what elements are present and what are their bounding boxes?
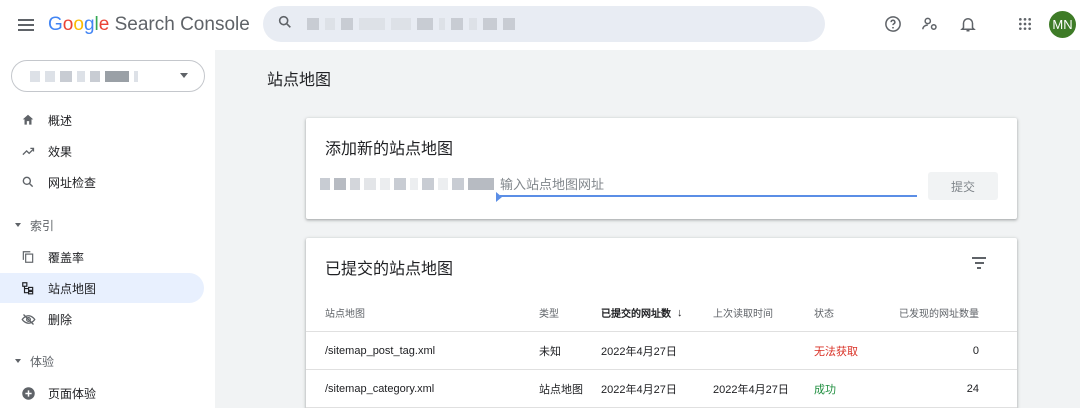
property-selector[interactable] (11, 60, 205, 92)
app-title: Search Console (114, 14, 250, 35)
cell-type: 站点地图 (539, 383, 583, 396)
sidebar-item-sitemaps[interactable]: 站点地图 (0, 273, 204, 303)
cell-sitemap: /sitemap_post_tag.xml (325, 344, 436, 357)
input-drag-handle[interactable] (496, 192, 502, 202)
sidebar-item-label: 删除 (48, 312, 73, 327)
sidebar-item-coverage[interactable]: 覆盖率 (0, 242, 204, 272)
column-header-status[interactable]: 状态 (814, 294, 834, 331)
cell-last-read: 2022年4月27日 (713, 383, 789, 396)
cell-status: 成功 (814, 383, 836, 396)
home-icon (20, 112, 36, 128)
sidebar-item-overview[interactable]: 概述 (0, 105, 204, 135)
cell-discovered: 0 (972, 344, 979, 357)
manage-users-icon[interactable] (919, 13, 941, 35)
search-query-redacted (307, 18, 515, 30)
sitemaps-table: 站点地图 类型 已提交的网址数 ↓ 上次读取时间 状态 已发现的网址数量 /si… (306, 294, 1017, 408)
arrow-down-icon: ↓ (677, 306, 683, 319)
sidebar-item-page-experience[interactable]: 页面体验 (0, 378, 204, 408)
column-header-label: 已提交的网址数 (601, 309, 671, 320)
filter-icon[interactable] (970, 254, 988, 272)
page-title: 站点地图 (267, 72, 332, 89)
site-url-prefix-redacted (320, 178, 494, 190)
sidebar-item-label: 概述 (48, 113, 73, 128)
column-header-type[interactable]: 类型 (539, 294, 559, 331)
cell-status: 无法获取 (814, 345, 858, 358)
sitemap-url-input[interactable] (500, 173, 917, 197)
table-row[interactable]: /sitemap_post_tag.xml 未知 2022年4月27日 无法获取… (306, 332, 1017, 370)
visibility-off-icon (20, 311, 36, 327)
apps-grid-icon[interactable] (1014, 13, 1036, 35)
table-header-row: 站点地图 类型 已提交的网址数 ↓ 上次读取时间 状态 已发现的网址数量 (306, 294, 1017, 332)
cell-submitted: 2022年4月27日 (601, 383, 677, 396)
table-row[interactable]: /sitemap_category.xml 站点地图 2022年4月27日 20… (306, 370, 1017, 408)
column-header-last-read[interactable]: 上次读取时间 (713, 294, 773, 331)
column-header-submitted[interactable]: 已提交的网址数 ↓ (601, 294, 683, 331)
trending-up-icon (20, 143, 36, 159)
account-avatar[interactable]: MN (1049, 11, 1076, 38)
search-icon (277, 14, 293, 35)
copy-icon (20, 249, 36, 265)
property-name-redacted (30, 70, 138, 82)
app-logo[interactable]: Google Search Console (48, 14, 250, 36)
cell-submitted: 2022年4月27日 (601, 345, 677, 358)
sidebar-item-label: 覆盖率 (48, 250, 85, 265)
expand-more-icon (15, 359, 21, 363)
sidebar-item-performance[interactable]: 效果 (0, 136, 204, 166)
sidebar-item-label: 页面体验 (48, 386, 97, 401)
sidebar-item-label: 站点地图 (48, 281, 97, 296)
add-sitemap-card: 添加新的站点地图 提交 (306, 118, 1017, 219)
column-header-discovered[interactable]: 已发现的网址数量 (899, 294, 979, 331)
card-title: 已提交的站点地图 (325, 261, 454, 278)
sitemap-icon (20, 280, 36, 296)
cell-type: 未知 (539, 345, 561, 358)
sidebar-item-label: 效果 (48, 144, 73, 159)
sidebar-item-label: 网址检查 (48, 175, 97, 190)
sidebar-item-removals[interactable]: 删除 (0, 304, 204, 334)
sidebar-section-label: 索引 (30, 218, 55, 233)
sidebar-section-label: 体验 (30, 354, 55, 369)
sidebar-section-index[interactable]: 索引 (0, 213, 204, 237)
add-circle-icon (20, 385, 36, 401)
column-header-sitemap[interactable]: 站点地图 (325, 294, 365, 331)
help-icon[interactable] (882, 13, 904, 35)
cell-sitemap: /sitemap_category.xml (325, 382, 435, 395)
submit-sitemap-button[interactable]: 提交 (928, 172, 998, 200)
expand-more-icon (15, 223, 21, 227)
chevron-down-icon (180, 73, 188, 78)
card-title: 添加新的站点地图 (325, 141, 454, 158)
sidebar-section-experience[interactable]: 体验 (0, 349, 204, 373)
sidebar: 概述 效果 网址检查 索引 覆盖率 站点地图 删除 体验 页面体验 (0, 50, 215, 408)
cell-discovered: 24 (966, 382, 979, 395)
notifications-icon[interactable] (957, 13, 979, 35)
submitted-sitemaps-card: 已提交的站点地图 站点地图 类型 已提交的网址数 ↓ 上次读取时间 状态 已发现… (306, 238, 1017, 408)
sidebar-item-url-inspection[interactable]: 网址检查 (0, 167, 204, 197)
main-menu-button[interactable] (15, 14, 37, 36)
search-icon (20, 174, 36, 190)
app-header: Google Search Console MN (0, 0, 1080, 50)
search-bar[interactable] (263, 6, 825, 42)
